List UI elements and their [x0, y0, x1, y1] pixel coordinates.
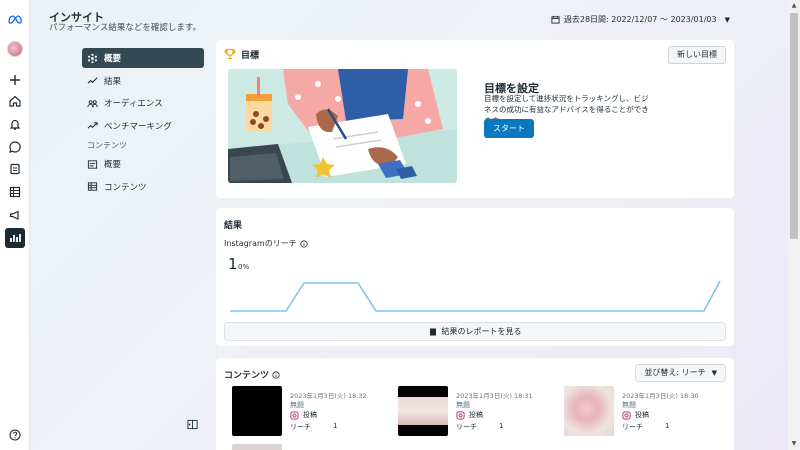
post-thumbnail: [232, 386, 282, 436]
table-icon: [87, 182, 98, 191]
reach-sparkline: [230, 280, 721, 312]
goal-title: 目標: [241, 51, 260, 61]
grid-icon[interactable]: [5, 182, 25, 202]
goal-illustration: [228, 69, 457, 183]
nav-item-label: オーディエンス: [104, 99, 163, 109]
results-card: 結果 Instagramのリーチ 1 0% 結果のレポートを見る: [216, 208, 734, 346]
post-reach-value: 1: [665, 422, 670, 430]
page-subtitle: パフォーマンス結果などを確認します。: [49, 23, 201, 33]
bell-icon[interactable]: [5, 114, 25, 134]
post-reach-value: 1: [499, 422, 504, 430]
content-title-text: コンテンツ: [224, 371, 270, 381]
view-report-label: 結果のレポートを見る: [441, 327, 522, 336]
page-scrollbar[interactable]: ▲ ▼: [788, 0, 800, 450]
post-thumbnail-partial: [232, 444, 282, 450]
insights-nav: 概要 結果 オーディエンス ベンチマーキング コンテンツ 概要 コンテンツ: [82, 48, 204, 199]
post-caption: 無題: [290, 401, 304, 409]
calendar-icon: [551, 15, 560, 24]
audience-icon: [87, 99, 98, 107]
chevron-down-icon: ▼: [711, 369, 717, 377]
reach-label: Instagramのリーチ: [224, 238, 308, 249]
left-rail: [0, 0, 30, 450]
content-overview-icon: [87, 159, 98, 169]
post-reach-label: リーチ: [290, 423, 311, 431]
post-reach-label: リーチ: [456, 423, 477, 431]
post-thumbnail: [398, 386, 448, 436]
content-card: コンテンツ 並び替え: リーチ ▼ 2023年1月3日(火) 18:32 無題 …: [216, 358, 734, 450]
report-icon: [429, 328, 436, 335]
list-item[interactable]: 2023年1月3日(火) 18:31 無題 投稿 リーチ 1: [398, 386, 558, 446]
info-icon[interactable]: [272, 370, 280, 379]
post-date: 2023年1月3日(火) 18:32: [290, 392, 367, 400]
sort-label: 並び替え: リーチ: [644, 368, 706, 377]
avatar[interactable]: [5, 39, 25, 59]
post-type-label: 投稿: [303, 411, 317, 419]
pages-icon[interactable]: [5, 159, 25, 179]
instagram-icon: [456, 410, 465, 420]
view-report-button[interactable]: 結果のレポートを見る: [224, 322, 726, 341]
nav-item-label: コンテンツ: [104, 182, 147, 193]
goal-card: 目標 新しい目標 目標を設定 目標を設定して進捗状況をトラッキングし、ビジネスの…: [216, 40, 734, 198]
chat-icon[interactable]: [5, 137, 25, 157]
post-reach-label: リーチ: [622, 423, 643, 431]
plus-icon[interactable]: [5, 70, 25, 90]
date-range-label: 過去28日間: 2022/12/07 ～ 2023/01/03: [563, 15, 717, 24]
reach-value: 1: [228, 255, 238, 273]
nav-item-label: 結果: [104, 76, 122, 87]
post-date: 2023年1月3日(火) 18:30: [622, 392, 699, 400]
post-caption: 無題: [622, 401, 636, 409]
trophy-icon: [224, 48, 236, 60]
nav-item-benchmarking[interactable]: ベンチマーキング: [82, 116, 204, 136]
help-icon[interactable]: [5, 425, 25, 445]
scroll-thumb[interactable]: [790, 13, 798, 239]
sort-dropdown[interactable]: 並び替え: リーチ ▼: [635, 364, 726, 382]
scroll-down-icon[interactable]: ▼: [790, 440, 798, 448]
reach-change: 0%: [238, 263, 250, 271]
collapse-panel-icon[interactable]: [187, 419, 198, 430]
post-type: 投稿: [290, 410, 317, 420]
post-caption: 無題: [456, 401, 470, 409]
home-icon[interactable]: [5, 91, 25, 111]
results-title: 結果: [224, 221, 243, 231]
info-icon[interactable]: [300, 239, 308, 248]
scroll-up-icon[interactable]: ▲: [790, 2, 798, 10]
post-date: 2023年1月3日(火) 18:31: [456, 392, 533, 400]
nav-item-label: 概要: [104, 160, 122, 170]
new-goal-button[interactable]: 新しい目標: [668, 46, 726, 64]
trend-icon: [87, 77, 98, 84]
post-reach-value: 1: [333, 422, 338, 430]
reach-label-text: Instagramのリーチ: [224, 239, 297, 248]
nav-item-overview[interactable]: 概要: [82, 48, 204, 68]
post-type-label: 投稿: [469, 411, 483, 419]
post-reach: リーチ 1: [456, 422, 503, 432]
megaphone-icon[interactable]: [5, 205, 25, 225]
nav-section-content: コンテンツ: [87, 141, 127, 150]
post-thumbnail: [564, 386, 614, 436]
chevron-down-icon: ▼: [724, 15, 730, 24]
overview-icon: [88, 53, 97, 63]
meta-logo-icon[interactable]: [5, 9, 25, 29]
nav-item-audience[interactable]: オーディエンス: [82, 93, 204, 113]
nav-item-content[interactable]: コンテンツ: [82, 177, 204, 197]
post-reach: リーチ 1: [290, 422, 337, 432]
post-type-label: 投稿: [635, 411, 649, 419]
content-title: コンテンツ: [224, 368, 280, 381]
post-reach: リーチ 1: [622, 422, 669, 432]
list-item[interactable]: 2023年1月3日(火) 18:30 無題 投稿 リーチ 1: [564, 386, 724, 446]
post-type: 投稿: [622, 410, 649, 420]
benchmark-icon: [87, 122, 98, 129]
nav-item-label: ベンチマーキング: [104, 121, 172, 132]
instagram-icon: [622, 410, 631, 420]
nav-item-label: 概要: [104, 54, 122, 64]
bar-chart-icon[interactable]: [5, 228, 25, 248]
nav-item-results[interactable]: 結果: [82, 71, 204, 91]
start-button[interactable]: スタート: [484, 119, 534, 138]
nav-item-content-overview[interactable]: 概要: [82, 154, 204, 174]
date-range-picker[interactable]: 過去28日間: 2022/12/07 ～ 2023/01/03 ▼: [551, 14, 730, 25]
post-type: 投稿: [456, 410, 483, 420]
list-item[interactable]: 2023年1月3日(火) 18:32 無題 投稿 リーチ 1: [232, 386, 392, 446]
instagram-icon: [290, 410, 299, 420]
